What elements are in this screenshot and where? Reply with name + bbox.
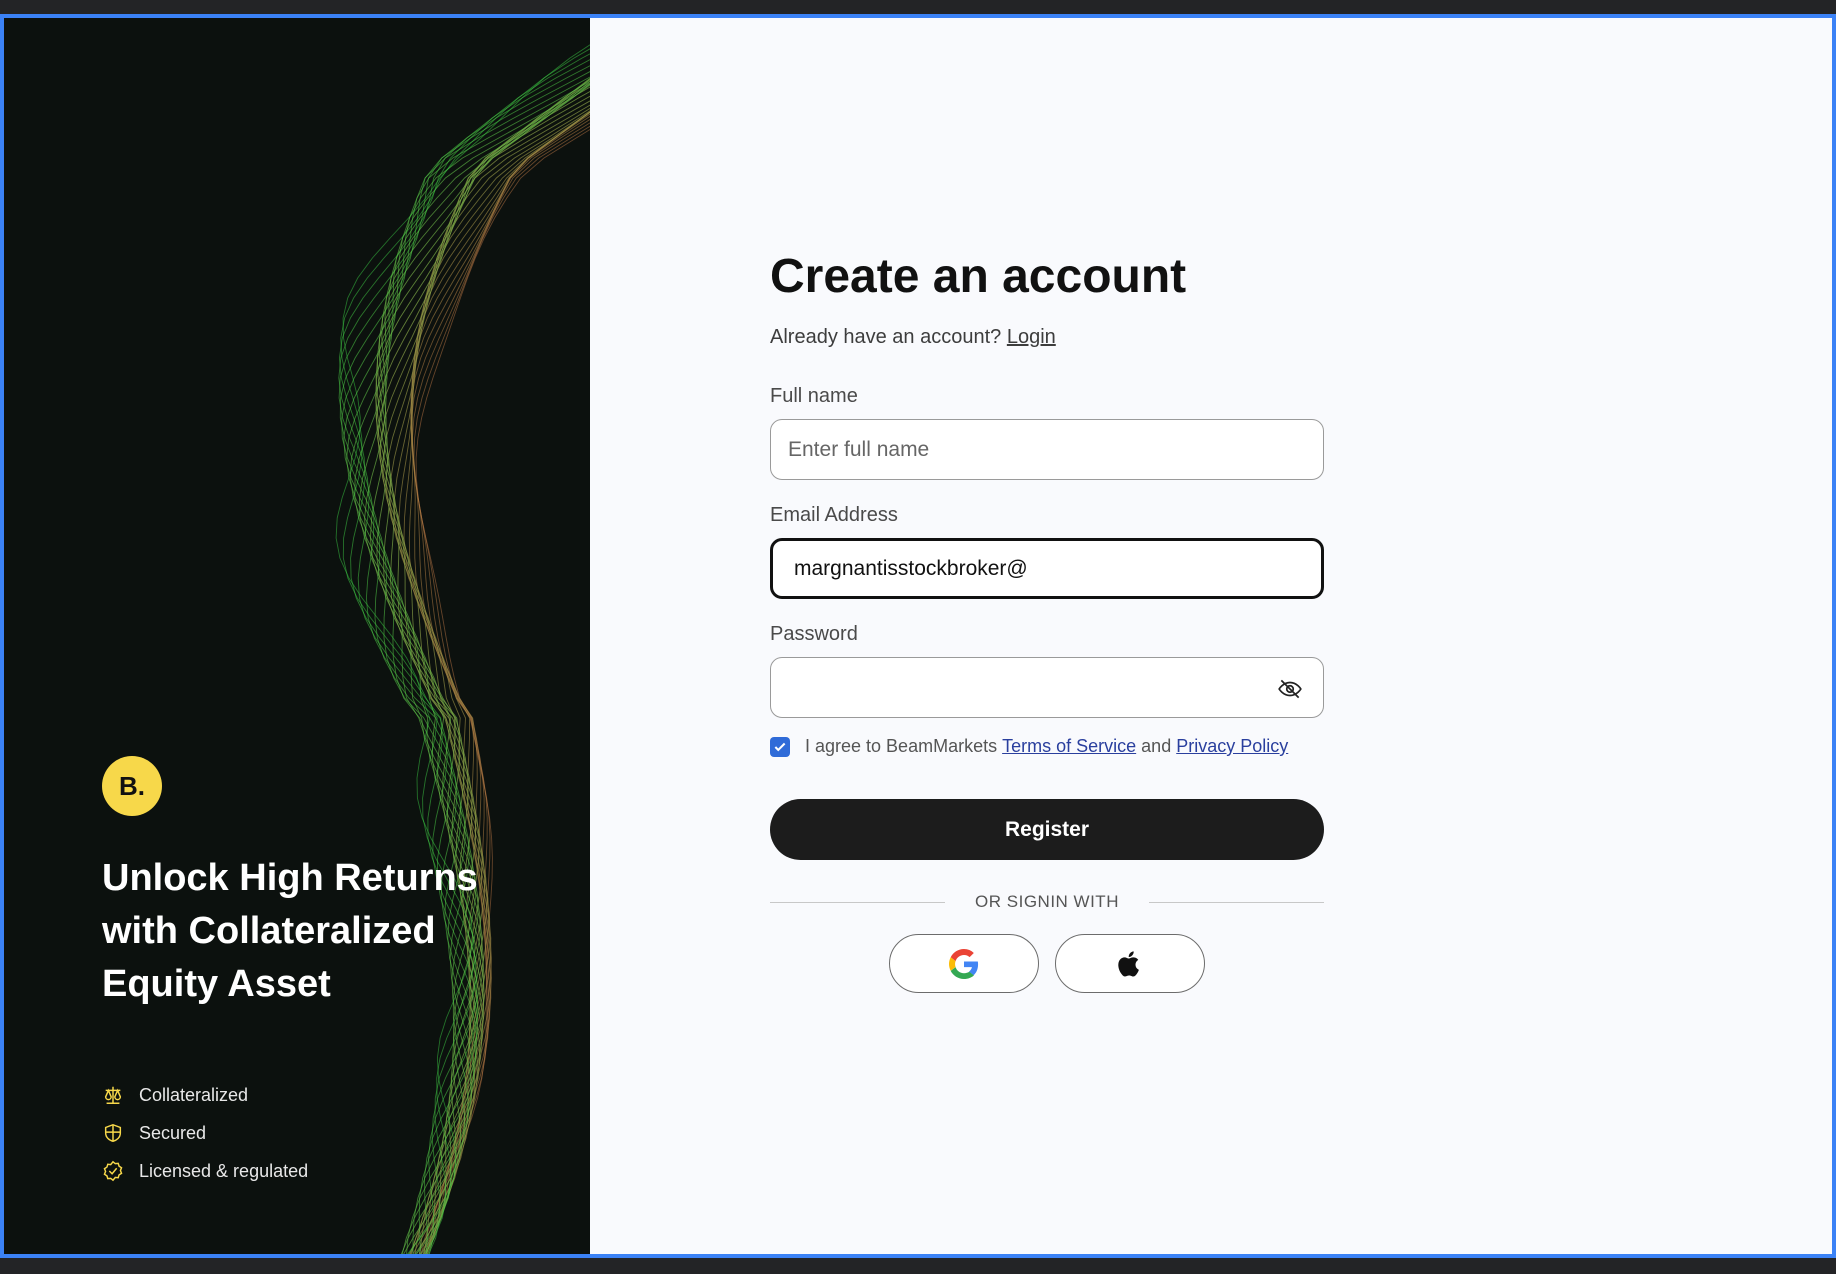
- badge-check-icon: [103, 1160, 123, 1182]
- feature-label: Licensed & regulated: [139, 1160, 309, 1181]
- brand-logo: B.: [102, 756, 162, 816]
- feature-list: Collateralized Secured Licensed & regula…: [102, 1076, 308, 1190]
- page-title: Create an account: [770, 250, 1187, 303]
- wave-graphic: [335, 44, 590, 1254]
- terms-agreement-row: I agree to BeamMarkets Terms of Service …: [770, 736, 1324, 757]
- signin-divider: OR SIGNIN WITH: [770, 892, 1325, 912]
- check-icon: [774, 742, 786, 751]
- scale-icon: [104, 1086, 122, 1104]
- google-signin-button[interactable]: [889, 934, 1039, 993]
- browser-viewport: B. Unlock High Returns with Collateraliz…: [0, 14, 1836, 1258]
- login-link[interactable]: Login: [1007, 326, 1056, 348]
- hero-headline: Unlock High Returns with Collateralized …: [102, 857, 478, 1005]
- google-icon: [949, 948, 979, 979]
- social-signin: [770, 934, 1324, 993]
- divider-text: OR SIGNIN WITH: [975, 892, 1119, 911]
- feature-label: Collateralized: [139, 1084, 249, 1105]
- password-input[interactable]: [786, 674, 1308, 701]
- email-field-wrapper: [770, 538, 1324, 599]
- feature-label: Secured: [139, 1122, 207, 1143]
- agree-text: I agree to BeamMarkets: [805, 736, 998, 756]
- signup-form: Create an account Already have an accoun…: [770, 232, 1325, 993]
- register-button[interactable]: Register: [770, 799, 1324, 860]
- login-prompt: Already have an account?: [770, 326, 1002, 348]
- apple-signin-button[interactable]: [1055, 934, 1205, 993]
- signup-panel: Create an account Already have an accoun…: [590, 18, 1832, 1254]
- login-prompt-row: Already have an account? Login: [770, 326, 1324, 349]
- password-label: Password: [770, 623, 858, 645]
- shield-icon: [104, 1123, 122, 1143]
- full-name-label: Full name: [770, 385, 858, 407]
- agree-and: and: [1141, 736, 1172, 756]
- divider-line: [1148, 901, 1325, 903]
- full-name-field-wrapper: [770, 419, 1324, 480]
- divider-line: [770, 901, 946, 903]
- privacy-link[interactable]: Privacy Policy: [1176, 736, 1288, 757]
- feature-item: Licensed & regulated: [102, 1152, 308, 1190]
- eye-off-icon[interactable]: [1277, 676, 1303, 702]
- full-name-input[interactable]: [786, 436, 1308, 463]
- apple-icon: [1118, 950, 1139, 976]
- password-field-wrapper: [770, 657, 1324, 718]
- email-input[interactable]: [792, 555, 1302, 582]
- feature-item: Collateralized: [102, 1076, 308, 1114]
- hero-panel: B. Unlock High Returns with Collateraliz…: [4, 18, 590, 1254]
- terms-link[interactable]: Terms of Service: [1002, 736, 1136, 757]
- feature-item: Secured: [102, 1114, 308, 1152]
- agree-checkbox[interactable]: [770, 736, 790, 757]
- email-label: Email Address: [770, 504, 898, 526]
